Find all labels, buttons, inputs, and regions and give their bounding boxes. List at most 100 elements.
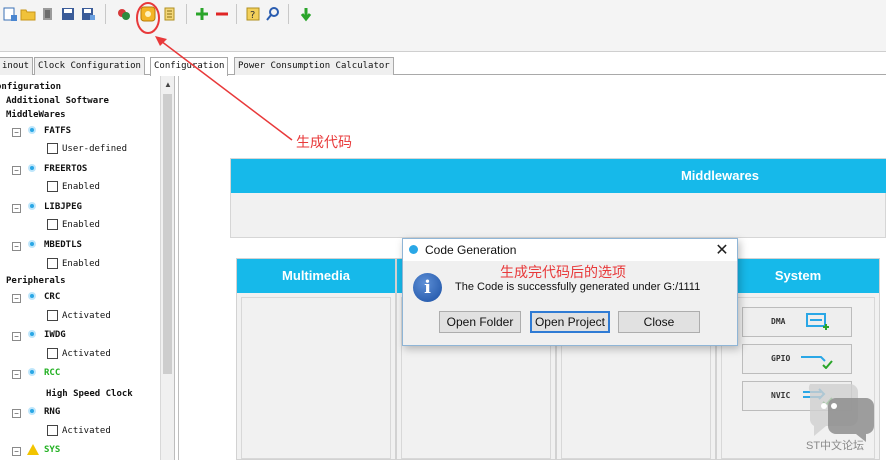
gpio-icon [801, 356, 833, 369]
gear-icon [28, 164, 36, 172]
copy-icon[interactable] [40, 6, 56, 22]
system-header: System [717, 259, 879, 293]
dma-button[interactable]: DMA [742, 307, 852, 337]
zoom-in-icon[interactable] [194, 6, 210, 22]
tree-rng-activated: Activated [62, 426, 111, 436]
annotation-after-generate: 生成完代码后的选项 [500, 265, 626, 281]
svg-text:?: ? [250, 10, 255, 21]
collapse-toggle[interactable]: − [12, 242, 21, 251]
configuration-tree: onfiguration Additional Software MiddleW… [0, 76, 175, 460]
crc-activated-checkbox[interactable] [47, 310, 58, 321]
close-icon[interactable]: ✕ [713, 240, 731, 260]
gpio-button[interactable]: GPIO [742, 344, 852, 374]
gear-icon [28, 202, 36, 210]
multimedia-content [241, 297, 391, 459]
gear-icon [28, 330, 36, 338]
open-project-button[interactable]: Open Project [530, 311, 610, 333]
dialog-title: Code Generation [425, 243, 517, 257]
scroll-up-icon[interactable]: ▲ [164, 80, 172, 89]
tree-rcc-hse[interactable]: High Speed Clock [46, 387, 133, 401]
tree-freertos-enabled: Enabled [62, 182, 100, 192]
collapse-toggle[interactable]: − [12, 409, 21, 418]
tab-bar: inout Clock Configuration Configuration … [0, 57, 886, 76]
gear-icon [28, 126, 36, 134]
save-as-icon[interactable] [80, 6, 96, 22]
tree-libjpeg-enabled: Enabled [62, 220, 100, 230]
multimedia-header: Multimedia [237, 259, 395, 293]
tab-power-consumption[interactable]: Power Consumption Calculator [234, 57, 394, 75]
nvic-label: NVIC [771, 391, 791, 400]
save-icon[interactable] [60, 6, 76, 22]
gear-icon [28, 292, 36, 300]
info-icon: i [413, 273, 442, 302]
generate-code-icon[interactable] [140, 6, 156, 22]
annotation-generate-code: 生成代码 [296, 135, 352, 151]
app-logo-icon [409, 245, 418, 254]
dialog-titlebar[interactable]: Code Generation ✕ [403, 239, 737, 261]
help-icon[interactable]: ? [245, 6, 261, 22]
search-icon[interactable] [265, 6, 281, 22]
tab-clock-configuration[interactable]: Clock Configuration [34, 57, 145, 75]
tree-rcc[interactable]: RCC [44, 366, 60, 380]
tab-pinout[interactable]: inout [0, 57, 34, 75]
pin-icon[interactable] [116, 6, 132, 22]
collapse-toggle[interactable]: − [12, 447, 21, 456]
tree-fatfs[interactable]: FATFS [44, 124, 71, 138]
gear-icon [28, 240, 36, 248]
dma-label: DMA [771, 317, 786, 326]
user-defined-checkbox[interactable] [47, 143, 58, 154]
tree-libjpeg[interactable]: LIBJPEG [44, 200, 82, 214]
tree-rng[interactable]: RNG [44, 405, 60, 419]
tree-scrollbar[interactable]: ▲ [160, 76, 174, 460]
tree-crc[interactable]: CRC [44, 290, 60, 304]
code-generation-dialog: Code Generation ✕ i The Code is successf… [402, 238, 738, 346]
watermark-text: ST中文论坛 [806, 440, 865, 452]
rng-activated-checkbox[interactable] [47, 425, 58, 436]
scrollbar-thumb[interactable] [163, 94, 172, 374]
tree-freertos[interactable]: FREERTOS [44, 162, 87, 176]
warning-icon [27, 444, 39, 455]
toolbar-separator [105, 4, 106, 24]
download-icon[interactable] [298, 6, 314, 22]
middlewares-header: Middlewares [231, 159, 886, 193]
tree-sys[interactable]: SYS [44, 443, 60, 457]
freertos-enabled-checkbox[interactable] [47, 181, 58, 192]
collapse-toggle[interactable]: − [12, 332, 21, 341]
collapse-toggle[interactable]: − [12, 166, 21, 175]
collapse-toggle[interactable]: − [12, 370, 21, 379]
collapse-toggle[interactable]: − [12, 294, 21, 303]
dialog-message: The Code is successfully generated under… [455, 281, 701, 293]
gpio-label: GPIO [771, 354, 791, 363]
gear-icon [28, 368, 36, 376]
tree-iwdg-activated: Activated [62, 349, 111, 359]
tree-crc-activated: Activated [62, 311, 111, 321]
middlewares-panel: Middlewares [230, 158, 886, 238]
toolbar: ? [0, 0, 886, 52]
open-folder-button[interactable]: Open Folder [439, 311, 521, 333]
tree-peripherals[interactable]: Peripherals [6, 274, 66, 288]
iwdg-activated-checkbox[interactable] [47, 348, 58, 359]
gear-icon [28, 407, 36, 415]
tree-mbedtls-enabled: Enabled [62, 259, 100, 269]
open-folder-icon[interactable] [20, 6, 36, 22]
tree-root[interactable]: onfiguration [0, 80, 61, 94]
tab-configuration[interactable]: Configuration [150, 57, 229, 76]
zoom-out-icon[interactable] [214, 6, 230, 22]
new-project-icon[interactable] [2, 6, 18, 22]
collapse-toggle[interactable]: − [12, 204, 21, 213]
tree-user-defined: User-defined [62, 144, 128, 154]
tree-mbedtls[interactable]: MBEDTLS [44, 238, 82, 252]
collapse-toggle[interactable]: − [12, 128, 21, 137]
tree-middlewares[interactable]: MiddleWares [6, 108, 66, 122]
toolbar-separator [288, 4, 289, 24]
multimedia-panel: Multimedia [236, 258, 396, 460]
toolbar-separator [236, 4, 237, 24]
report-icon[interactable] [162, 6, 178, 22]
dma-icon [806, 313, 829, 330]
tree-iwdg[interactable]: IWDG [44, 328, 66, 342]
mbedtls-enabled-checkbox[interactable] [47, 258, 58, 269]
close-button[interactable]: Close [618, 311, 700, 333]
libjpeg-enabled-checkbox[interactable] [47, 219, 58, 230]
toolbar-separator [186, 4, 187, 24]
tree-additional-software[interactable]: Additional Software [6, 94, 109, 108]
